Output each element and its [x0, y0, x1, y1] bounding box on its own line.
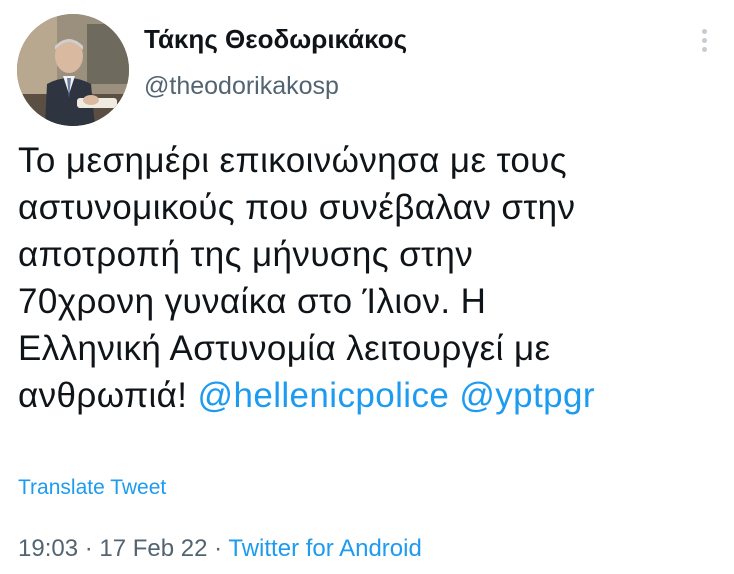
tweet-text-line: Ελληνική Αστυνομία λειτουργεί με — [18, 329, 551, 368]
meta-separator: · — [78, 535, 100, 562]
tweet-text-line: αποτροπή της μήνυσης στην — [18, 235, 474, 274]
more-options-icon[interactable] — [696, 29, 712, 59]
author-display-name[interactable]: Τάκης Θεοδωρικάκος — [144, 24, 407, 55]
tweet-text-line: αστυνομικούς που συνέβαλαν στην — [18, 188, 576, 227]
tweet-text: Το μεσημέρι επικοινώνησα με τους αστυνομ… — [18, 137, 728, 419]
author-handle[interactable]: @theodorikakosp — [144, 72, 339, 101]
translate-tweet-link[interactable]: Translate Tweet — [18, 476, 166, 500]
tweet-text-line: Το μεσημέρι επικοινώνησα με τους — [18, 141, 568, 180]
tweet-text-last-line: ανθρωπιά! @hellenicpolice @yptpgr — [18, 372, 728, 419]
profile-photo-icon — [17, 14, 129, 126]
tweet-time[interactable]: 19:03 — [18, 535, 78, 562]
tweet-metadata: 19:03 · 17 Feb 22 · Twitter for Android — [18, 535, 422, 563]
tweet-text-line: 70χρονη γυναίκα στο Ίλιον. Η — [18, 282, 487, 321]
tweet-date[interactable]: 17 Feb 22 — [99, 535, 207, 562]
author-avatar[interactable] — [17, 14, 129, 126]
meta-separator: · — [207, 535, 229, 562]
more-dot — [701, 47, 707, 52]
tweet-source-link[interactable]: Twitter for Android — [228, 535, 421, 562]
tweet-text-line: ανθρωπιά! — [18, 376, 198, 415]
mention-hellenicpolice-link[interactable]: @hellenicpolice — [198, 376, 450, 415]
more-dot — [701, 29, 707, 34]
more-dot — [701, 38, 707, 43]
tweet-card: Τάκης Θεοδωρικάκος @theodorikakosp Το με… — [0, 0, 734, 574]
mention-yptpgr-link[interactable]: @yptpgr — [459, 376, 595, 415]
